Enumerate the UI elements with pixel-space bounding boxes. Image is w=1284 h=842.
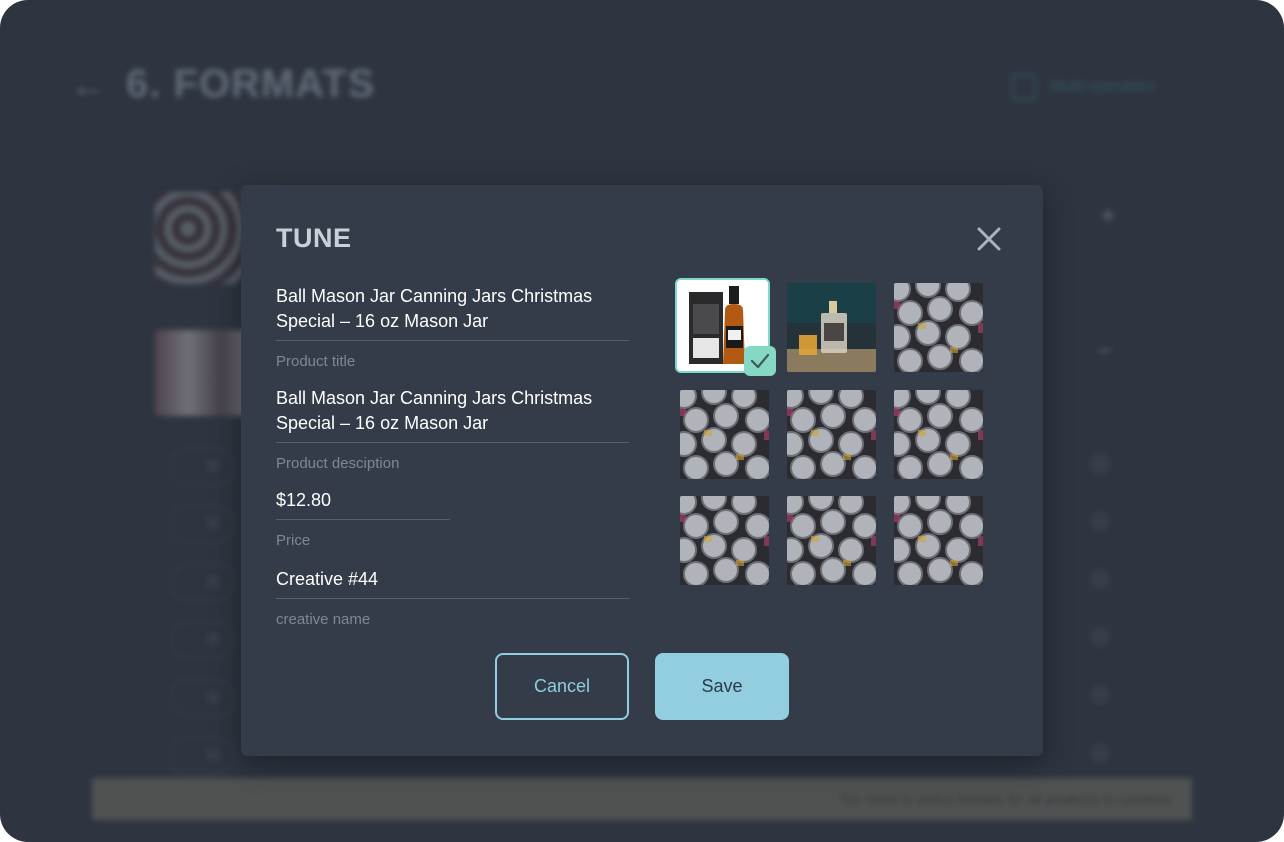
price-value[interactable]: $12.80: [276, 488, 450, 520]
page-title: 6. FORMATS: [126, 62, 376, 106]
close-icon: [977, 227, 1001, 251]
image-option[interactable]: [894, 390, 983, 479]
app-window: ← 6. FORMATS Multi-operation + – You nee…: [0, 0, 1284, 842]
product-description-value[interactable]: Ball Mason Jar Canning Jars Christmas Sp…: [276, 386, 629, 443]
multi-operation-label: Multi-operation: [1050, 78, 1156, 95]
cans-image: [894, 390, 983, 479]
format-toggle[interactable]: [170, 621, 234, 659]
price-field[interactable]: $12.80 Price: [276, 488, 450, 549]
cans-image: [894, 283, 983, 372]
cancel-button[interactable]: Cancel: [495, 653, 629, 720]
product-description-label: Product desciption: [276, 455, 400, 472]
cans-image: [787, 496, 876, 585]
info-icon[interactable]: [1090, 627, 1110, 647]
plus-icon[interactable]: +: [1100, 200, 1116, 232]
price-label: Price: [276, 532, 311, 549]
collapse-icon[interactable]: –: [1098, 336, 1111, 364]
warning-banner: You need to select formats for all produ…: [92, 778, 1192, 820]
modal-title: TUNE: [276, 223, 352, 253]
tune-modal: TUNE Ball Mason Jar Canning Jars Christm…: [241, 185, 1043, 756]
info-icon[interactable]: [1090, 743, 1110, 763]
format-toggle[interactable]: [170, 505, 234, 543]
edit-icon: [1012, 74, 1036, 100]
image-picker-grid: [675, 278, 984, 585]
image-option[interactable]: [787, 496, 876, 585]
image-option[interactable]: [787, 390, 876, 479]
image-option[interactable]: [894, 283, 983, 372]
product-description-field[interactable]: Ball Mason Jar Canning Jars Christmas Sp…: [276, 386, 629, 472]
creative-name-field[interactable]: Creative #44 creative name: [276, 567, 629, 628]
product-title-label: Product title: [276, 353, 356, 370]
page-header: ← 6. FORMATS: [70, 62, 375, 107]
format-toggle[interactable]: [170, 448, 234, 486]
info-icon[interactable]: [1090, 511, 1110, 531]
image-option[interactable]: [680, 496, 769, 585]
image-option[interactable]: [894, 496, 983, 585]
checkmark-icon: [750, 353, 770, 369]
info-icon[interactable]: [1090, 454, 1110, 474]
cans-image: [680, 496, 769, 585]
cans-image: [680, 390, 769, 479]
arrow-left-icon[interactable]: ←: [70, 64, 106, 106]
close-button[interactable]: [974, 224, 1004, 254]
creative-name-label: creative name: [276, 611, 371, 628]
image-option[interactable]: [787, 283, 876, 372]
info-icon[interactable]: [1090, 569, 1110, 589]
info-icon[interactable]: [1090, 685, 1110, 705]
warning-banner-text: You need to select formats for all produ…: [838, 791, 1172, 807]
format-toggle[interactable]: [170, 563, 234, 601]
cans-image: [787, 390, 876, 479]
product-title-value[interactable]: Ball Mason Jar Canning Jars Christmas Sp…: [276, 284, 629, 341]
product-title-field[interactable]: Ball Mason Jar Canning Jars Christmas Sp…: [276, 284, 629, 370]
format-toggle[interactable]: [170, 737, 234, 775]
selected-badge: [744, 346, 776, 376]
multi-operation-button[interactable]: Multi-operation: [1012, 74, 1156, 100]
cans-image: [894, 496, 983, 585]
format-toggle[interactable]: [170, 679, 234, 717]
product-thumbnail: [155, 330, 255, 416]
creative-name-value[interactable]: Creative #44: [276, 567, 629, 599]
save-button[interactable]: Save: [655, 653, 789, 720]
bottle-with-glass-image: [787, 283, 876, 372]
image-option[interactable]: [680, 390, 769, 479]
